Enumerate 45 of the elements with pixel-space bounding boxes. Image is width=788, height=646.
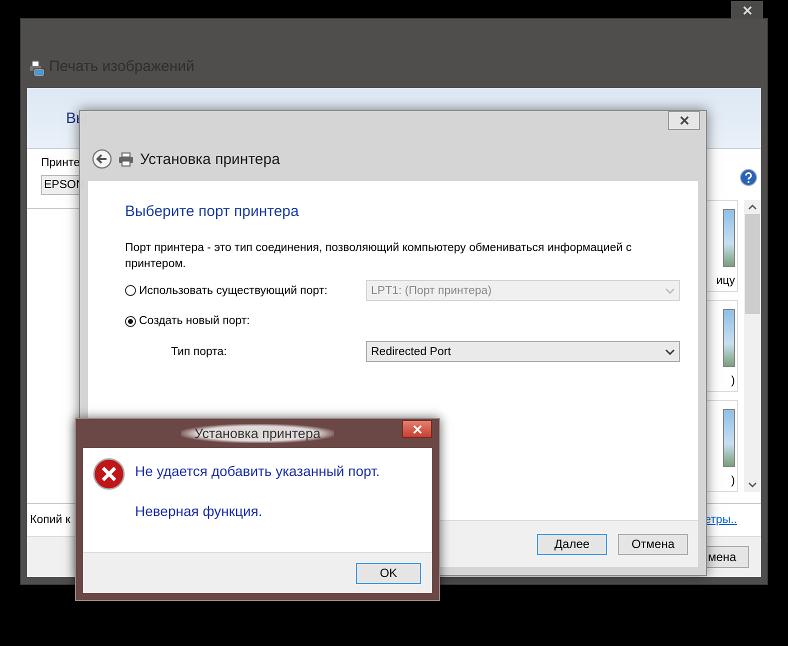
thumbnail-caption: ицу [716, 275, 735, 287]
photo-placeholder [723, 409, 735, 467]
scrollbar[interactable] [744, 200, 761, 492]
close-button[interactable] [668, 111, 700, 130]
printer-label: Принте [41, 157, 79, 169]
header-text: Вы [66, 110, 87, 126]
chevron-up-icon [748, 204, 757, 210]
close-button[interactable] [402, 420, 432, 438]
error-detail: Неверная функция. [135, 503, 264, 519]
printer-dropdown[interactable]: EPSON [41, 175, 81, 195]
close-icon [680, 116, 688, 125]
printer-icon [118, 152, 134, 166]
next-button[interactable]: Далее [537, 534, 607, 554]
port-type-label: Тип порта: [170, 346, 228, 358]
cancel-button[interactable]: мена [707, 546, 749, 568]
copies-label: Копий к [30, 514, 70, 526]
photo-placeholder [723, 309, 735, 367]
error-message: Не удается добавить указанный порт. [135, 463, 380, 479]
radio-option[interactable]: Использовать существующий порт: [125, 284, 366, 296]
printer-picture-icon [29, 60, 45, 76]
thumbnail-card[interactable]: ицу [705, 200, 738, 292]
thumbnail-caption: ) [731, 375, 735, 387]
scrollbar-thumb[interactable] [745, 214, 760, 314]
radio-button[interactable] [125, 316, 136, 326]
help-icon[interactable] [740, 169, 757, 186]
radio-option[interactable]: Создать новый порт: [125, 315, 366, 327]
thumbnail-caption: ) [731, 475, 735, 487]
close-icon [742, 6, 752, 14]
page-heading: Выберите порт принтера [125, 203, 300, 220]
photo-placeholder [723, 209, 735, 267]
port-type-dropdown[interactable]: Redirected Port [366, 341, 680, 362]
chevron-down-icon [665, 348, 675, 354]
error-icon [93, 458, 125, 490]
radio-button[interactable] [125, 285, 136, 296]
thumbnail-card[interactable]: ) [705, 400, 738, 492]
wizard-title: Установка принтера [140, 150, 280, 168]
chevron-down-icon [665, 288, 675, 294]
thumbnail-card[interactable]: ) [705, 300, 738, 392]
chevron-down-icon [748, 482, 757, 488]
close-icon [412, 424, 422, 434]
close-button[interactable] [731, 1, 763, 19]
dialog-title: Установка принтера [180, 424, 334, 443]
cancel-button[interactable]: Отмена [618, 534, 688, 554]
ok-button[interactable]: OK [356, 562, 421, 584]
description-text: Порт принтера - это тип соединения, позволяющий компьютеру обмениваться информацией с принтером. [125, 241, 633, 272]
